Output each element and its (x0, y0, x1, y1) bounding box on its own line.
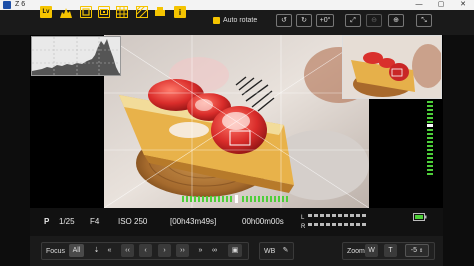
focus-near-large-button[interactable]: ›› (176, 244, 189, 257)
triple-chevron-right-icon: » (198, 247, 203, 254)
lv-button[interactable]: Lv (40, 6, 52, 18)
chevron-right-icon: › (163, 247, 166, 254)
focus-peaking-button[interactable] (80, 6, 92, 18)
grid-button[interactable] (116, 6, 128, 18)
navigator-thumbnail[interactable] (342, 35, 442, 99)
audio-level-meter (308, 214, 366, 226)
vertical-level-bars (427, 101, 433, 175)
histogram-button[interactable] (60, 6, 72, 18)
wb-label: WB (264, 248, 276, 255)
full-screen-icon: ⤡ (421, 17, 427, 24)
stepper-icon: ⇕ (419, 248, 424, 254)
iso-value: ISO 250 (118, 217, 148, 226)
live-view-image[interactable] (104, 35, 369, 208)
rotate-right-button[interactable]: ↻ (296, 14, 312, 27)
exposure-comp-select[interactable]: -5 ⇕ (405, 244, 429, 257)
af-drive-icon: ⇣ (93, 247, 100, 254)
infinity-icon: ∞ (212, 247, 217, 254)
auto-rotate-label: Auto rotate (223, 17, 258, 24)
fit-screen-button[interactable]: ⤢ (345, 14, 361, 27)
auto-rotate-checkbox[interactable] (213, 17, 220, 24)
shutter-speed: 1/25 (59, 217, 75, 226)
maximize-button[interactable]: ▢ (432, 0, 450, 10)
full-screen-button[interactable]: ⤡ (416, 14, 432, 27)
histogram-icon (60, 8, 72, 18)
double-chevron-right-icon: ›› (180, 247, 185, 254)
af-point-button[interactable] (98, 6, 110, 18)
fit-screen-icon: ⤢ (350, 17, 356, 24)
shooting-mode: P (44, 217, 50, 226)
focus-infinity-button[interactable]: ∞ (208, 244, 221, 257)
minimize-button[interactable]: — (410, 0, 428, 10)
af-point-icon (100, 9, 108, 15)
wb-picker-button[interactable]: ✎ (279, 244, 292, 257)
rotate-right-icon: ↻ (301, 17, 307, 24)
rotate-left-icon: ↺ (281, 17, 287, 24)
histogram-graph (32, 37, 120, 75)
exposure-comp-value: -5 (410, 247, 418, 254)
close-button[interactable]: ✕ (454, 0, 472, 10)
app-icon (3, 1, 11, 9)
zoom-out-icon: ⊖ (371, 17, 377, 24)
focus-far-max-button[interactable]: « (103, 244, 116, 257)
chevron-left-icon: ‹ (144, 247, 147, 254)
zoom-label: Zoom (347, 248, 365, 255)
focus-far-small-button[interactable]: ‹ (139, 244, 152, 257)
eyedropper-icon: ✎ (282, 247, 289, 254)
focus-far-large-button[interactable]: ‹‹ (121, 244, 134, 257)
thumbnail-image (343, 36, 441, 98)
zoom-out-button[interactable]: ⊖ (366, 14, 382, 27)
info-icon: i (178, 7, 182, 17)
tart-photo (104, 35, 369, 208)
aperture-value: F4 (90, 217, 100, 226)
level-button[interactable] (154, 6, 166, 18)
highlight-button[interactable] (136, 6, 148, 18)
horizontal-level-bars (182, 195, 288, 203)
vertical-level-meter (427, 101, 433, 177)
save-position-icon: ▣ (231, 247, 239, 254)
level-icon (155, 7, 165, 16)
zoom-tele-button[interactable]: T (384, 244, 397, 257)
zoom-wide-button[interactable]: W (365, 244, 378, 257)
rotate-value-button[interactable]: +0° (316, 14, 334, 27)
af-drive-button[interactable]: ⇣ (90, 244, 103, 257)
histogram-panel (31, 36, 121, 76)
info-button[interactable]: i (174, 6, 186, 18)
double-chevron-left-icon: ‹‹ (125, 247, 130, 254)
focus-near-small-button[interactable]: › (158, 244, 171, 257)
zoom-in-button[interactable]: ⊕ (388, 14, 404, 27)
highlight-icon (136, 6, 148, 18)
horizontal-level-meter (182, 190, 292, 203)
rotate-left-button[interactable]: ↺ (276, 14, 292, 27)
audio-right-label: R (301, 224, 306, 230)
window-title: Z 6 (15, 1, 26, 8)
save-focus-button[interactable]: ▣ (228, 244, 242, 257)
triple-chevron-left-icon: « (107, 247, 112, 254)
remaining-time: [00h43m49s] (170, 217, 217, 226)
grid-icon (116, 6, 128, 18)
focus-label: Focus (46, 248, 66, 255)
focus-peaking-icon (82, 8, 90, 16)
lv-icon: Lv (42, 9, 50, 15)
battery-icon (413, 213, 427, 221)
zoom-in-icon: ⊕ (393, 17, 399, 24)
focus-all-button[interactable]: All (69, 244, 84, 257)
focus-near-max-button[interactable]: » (194, 244, 207, 257)
elapsed-time: 00h00m00s (242, 217, 284, 226)
